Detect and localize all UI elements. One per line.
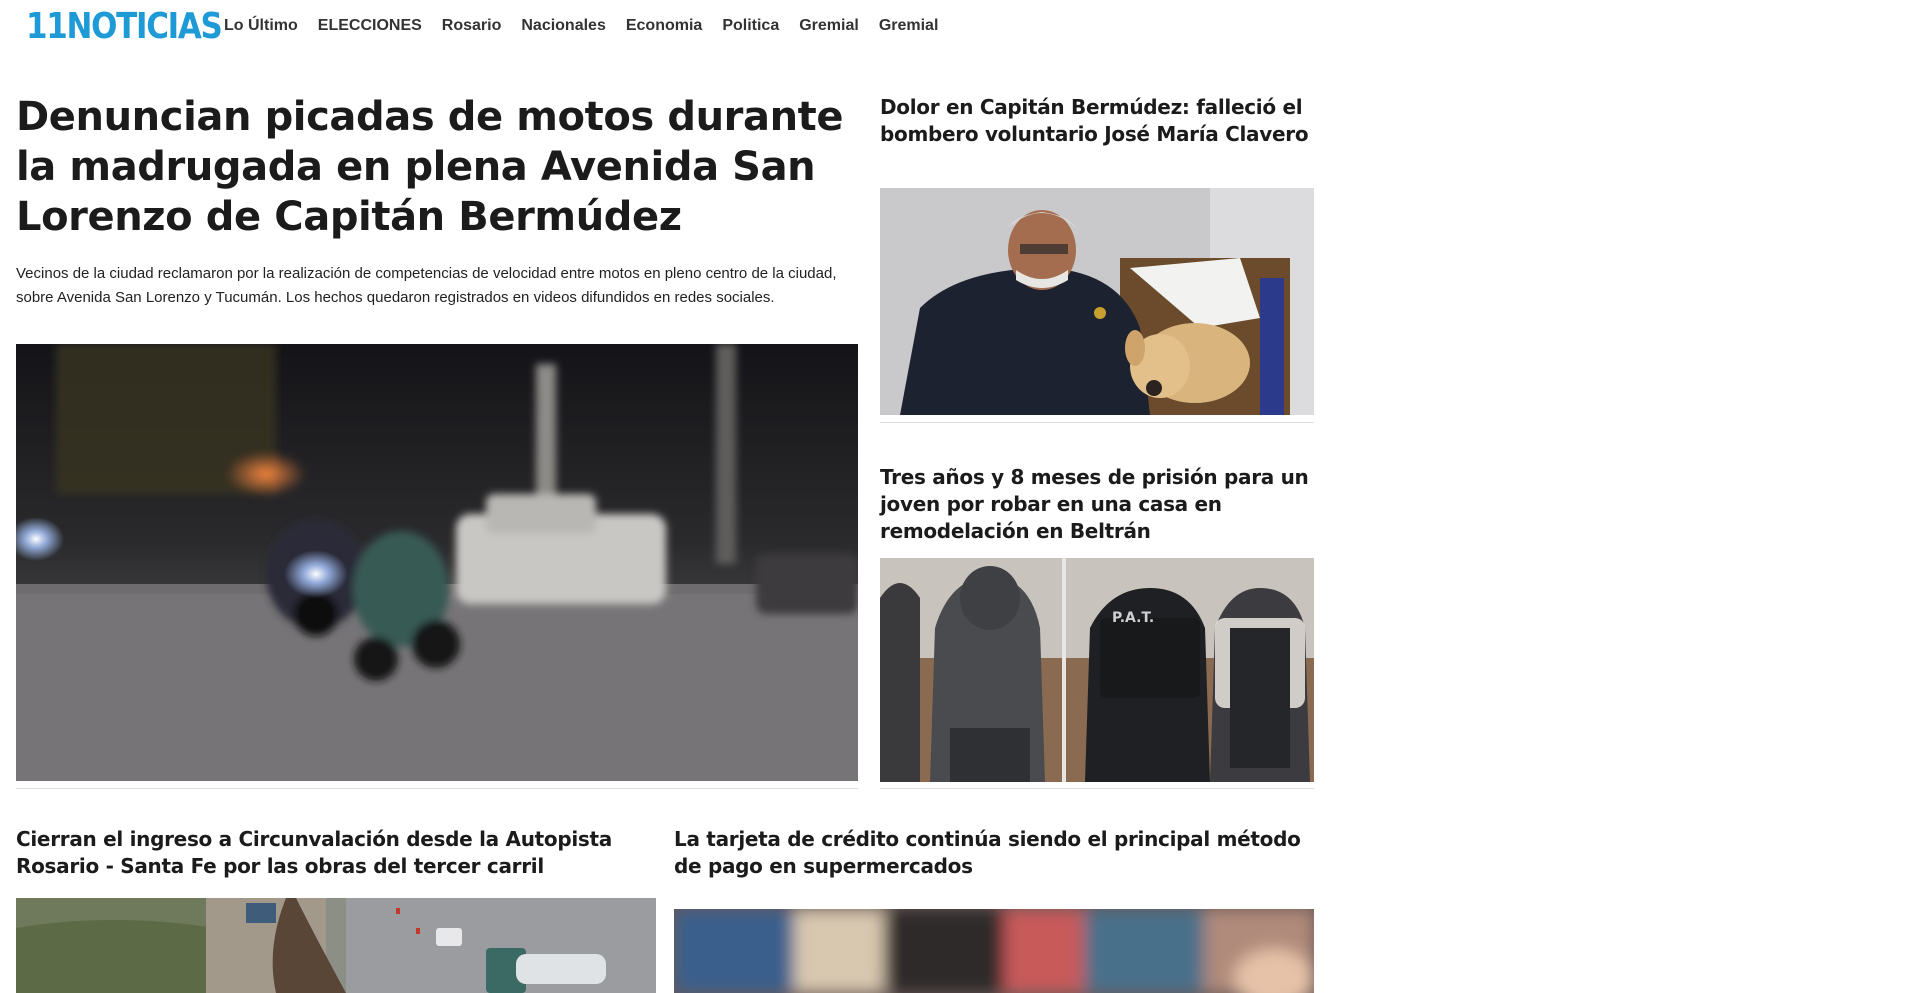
bottom-headline-1[interactable]: Cierran el ingreso a Circunvalación desd…	[16, 826, 656, 880]
side-headline-1[interactable]: Dolor en Capitán Bermúdez: falleció el b…	[880, 94, 1320, 148]
side-divider-1	[880, 422, 1314, 423]
lead-headline[interactable]: Denuncian picadas de motos durante la ma…	[16, 92, 858, 242]
nav-item-politica[interactable]: Politica	[722, 17, 779, 35]
nav-item-nacionales[interactable]: Nacionales	[521, 17, 605, 35]
lead-image[interactable]	[16, 344, 858, 781]
side-headline-2[interactable]: Tres años y 8 meses de prisión para un j…	[880, 464, 1320, 545]
nav-item-elecciones[interactable]: ELECCIONES	[318, 17, 422, 35]
svg-text:P.A.T.: P.A.T.	[1112, 610, 1154, 626]
nav-item-economia[interactable]: Economia	[626, 17, 702, 35]
nav-item-lo-ultimo[interactable]: Lo Último	[224, 17, 298, 35]
bottom-headline-2[interactable]: La tarjeta de crédito continúa siendo el…	[674, 826, 1314, 880]
side-divider-2	[880, 788, 1314, 789]
main-nav: Lo Último ELECCIONES Rosario Nacionales …	[224, 17, 958, 35]
nav-item-gremial[interactable]: Gremial	[799, 17, 859, 35]
nav-item-rosario[interactable]: Rosario	[442, 17, 502, 35]
side-image-2[interactable]: P.A.T.	[880, 558, 1314, 782]
side-image-1[interactable]	[880, 188, 1314, 415]
lead-summary: Vecinos de la ciudad reclamaron por la r…	[16, 265, 837, 306]
lead-article: Denuncian picadas de motos durante la ma…	[16, 92, 858, 310]
bottom-image-1[interactable]	[16, 898, 656, 993]
site-header: 11NOTICIAS Lo Último ELECCIONES Rosario …	[0, 0, 1920, 52]
bottom-image-2[interactable]	[674, 909, 1314, 993]
lead-divider	[16, 788, 858, 789]
site-logo[interactable]: 11NOTICIAS	[26, 6, 223, 47]
nav-item-gremial-2[interactable]: Gremial	[879, 17, 939, 35]
